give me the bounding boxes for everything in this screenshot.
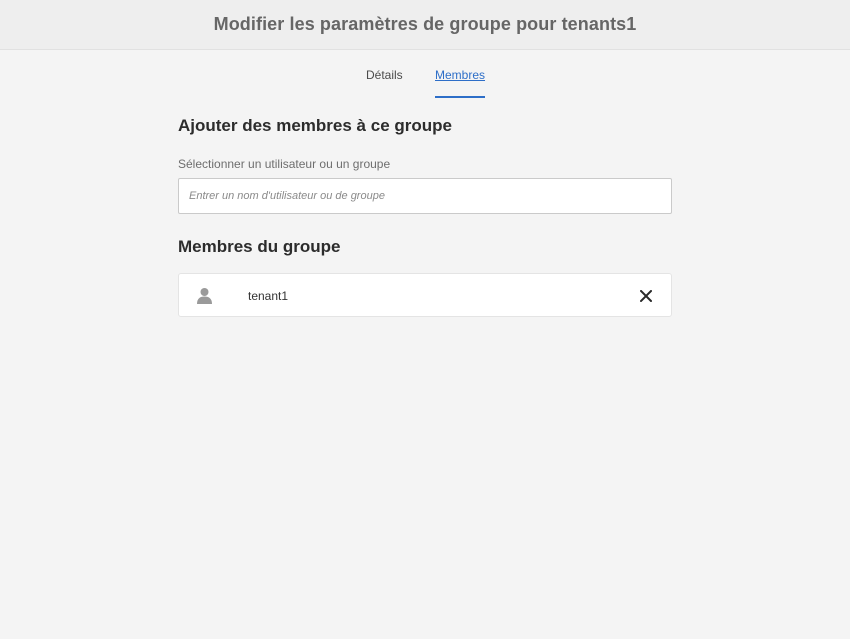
tab-bar: Détails Membres (0, 50, 850, 100)
tab-details[interactable]: Détails (366, 68, 403, 96)
page-title: Modifier les paramètres de groupe pour t… (213, 14, 637, 34)
tab-members[interactable]: Membres (435, 68, 485, 98)
group-members-heading: Membres du groupe (178, 237, 341, 256)
close-icon (640, 290, 652, 302)
user-group-search-input[interactable] (178, 178, 672, 214)
add-members-heading: Ajouter des membres à ce groupe (178, 116, 452, 135)
user-group-field-label: Sélectionner un utilisateur ou un groupe (178, 157, 391, 171)
member-name: tenant1 (248, 289, 289, 303)
remove-member-button[interactable] (637, 287, 655, 305)
member-row: tenant1 (178, 273, 672, 317)
page-header: Modifier les paramètres de groupe pour t… (0, 0, 850, 50)
user-icon (196, 287, 213, 304)
